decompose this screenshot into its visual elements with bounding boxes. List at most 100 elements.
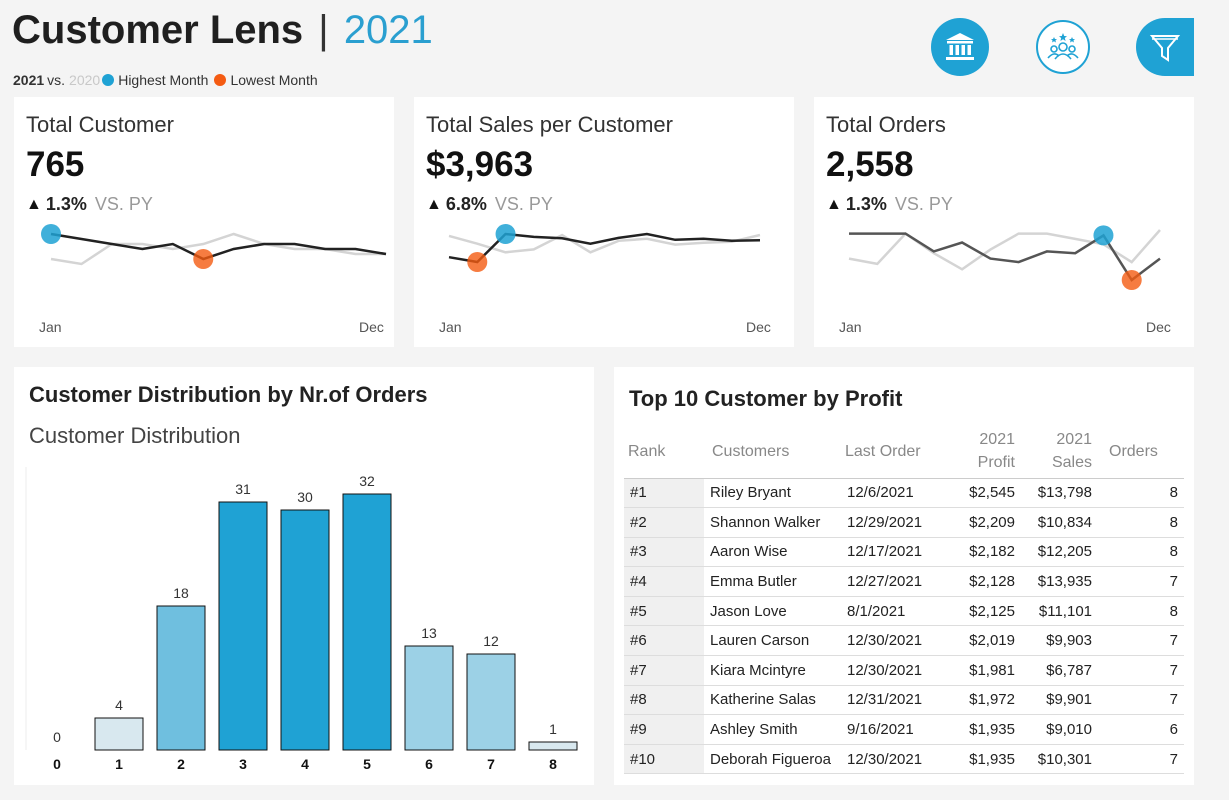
profit-cell: $2,125 bbox=[947, 596, 1023, 627]
header-sales-label: Sales bbox=[1051, 454, 1092, 472]
lowest-month-marker[interactable] bbox=[193, 249, 214, 269]
lowest-dot-icon bbox=[214, 74, 227, 86]
rank-cell: #9 bbox=[624, 714, 704, 745]
table-row[interactable]: #10 Deborah Figueroa 12/30/2021 $1,935 $10,3… bbox=[624, 744, 1184, 775]
table-row[interactable]: #9 Ashley Smith 9/16/2021 $1,935 $9,010 6 bbox=[624, 714, 1184, 745]
customer-name-cell: Jason Love bbox=[704, 596, 837, 627]
rank-cell: #1 bbox=[624, 478, 704, 509]
distribution-bar-chart: 004118231330432513612718 bbox=[25, 467, 578, 772]
bar-value-label: 32 bbox=[359, 473, 375, 489]
header-sales[interactable]: 2021 Sales bbox=[1023, 425, 1103, 479]
header-profit[interactable]: 2021 Profit bbox=[947, 425, 1023, 479]
bank-button[interactable] bbox=[931, 18, 989, 76]
kpi-card-sales-per-customer[interactable]: Total Sales per Customer $3,963 ▲ 6.8% V… bbox=[414, 97, 794, 347]
category-tick-label: 8 bbox=[549, 756, 557, 772]
kpi-title: Total Sales per Customer bbox=[426, 112, 673, 137]
kpi-sparkline bbox=[848, 225, 1161, 290]
sales-cell: $9,010 bbox=[1023, 714, 1103, 745]
bar[interactable] bbox=[528, 741, 578, 751]
rank-cell: #8 bbox=[624, 685, 704, 716]
category-tick-label: 7 bbox=[487, 756, 495, 772]
up-triangle-icon: ▲ bbox=[26, 195, 42, 213]
table-row[interactable]: #6 Lauren Carson 12/30/2021 $2,019 $9,903 7 bbox=[624, 625, 1184, 657]
kpi-change: ▲ 1.3% VS. PY bbox=[826, 194, 953, 215]
lowest-month-marker[interactable] bbox=[467, 252, 488, 272]
last-order-cell: 12/30/2021 bbox=[837, 655, 947, 686]
sales-cell: $10,301 bbox=[1023, 744, 1103, 775]
table-row[interactable]: #2 Shannon Walker 12/29/2021 $2,209 $10,834 8 bbox=[624, 507, 1184, 538]
highest-month-marker[interactable] bbox=[41, 224, 61, 244]
header-rank[interactable]: Rank bbox=[624, 425, 704, 479]
table-row[interactable]: #5 Jason Love 8/1/2021 $2,125 $11,101 8 bbox=[624, 596, 1184, 627]
profit-cell: $2,545 bbox=[947, 478, 1023, 509]
kpi-card-total-orders[interactable]: Total Orders 2,558 ▲ 1.3% VS. PY Jan Dec bbox=[814, 97, 1194, 347]
kpi-vs-label: VS. PY bbox=[494, 194, 553, 214]
rank-cell: #4 bbox=[624, 566, 704, 597]
header-orders[interactable]: Orders bbox=[1103, 425, 1184, 479]
axis-start-label: Jan bbox=[439, 319, 462, 335]
table-row[interactable]: #8 Katherine Salas 12/31/2021 $1,972 $9,901 7 bbox=[624, 685, 1184, 716]
sales-cell: $9,901 bbox=[1023, 685, 1103, 716]
bar[interactable] bbox=[342, 493, 392, 751]
table-row[interactable]: #4 Emma Butler 12/27/2021 $2,128 $13,935 7 bbox=[624, 566, 1184, 597]
axis-end-label: Dec bbox=[746, 319, 771, 335]
color-legend: 2021 vs. 2020 Highest Month Lowest Month bbox=[13, 72, 318, 88]
kpi-change-percent: 6.8% bbox=[445, 194, 487, 214]
orders-cell: 7 bbox=[1103, 685, 1184, 716]
header-profit-year: 2021 bbox=[979, 431, 1015, 449]
bank-icon bbox=[946, 33, 974, 60]
header-customers[interactable]: Customers bbox=[704, 425, 837, 479]
bar[interactable] bbox=[466, 653, 516, 751]
table-row[interactable]: #3 Aaron Wise 12/17/2021 $2,182 $12,205 8 bbox=[624, 537, 1184, 568]
last-order-cell: 12/27/2021 bbox=[837, 566, 947, 597]
profit-cell: $1,935 bbox=[947, 744, 1023, 775]
up-triangle-icon: ▲ bbox=[426, 195, 442, 213]
customers-icon bbox=[1047, 33, 1079, 60]
table-row[interactable]: #1 Riley Bryant 12/6/2021 $2,545 $13,798 8 bbox=[624, 478, 1184, 509]
legend-current-year: 2021 bbox=[13, 72, 45, 88]
bar[interactable] bbox=[94, 717, 144, 751]
customer-name-cell: Katherine Salas bbox=[704, 685, 837, 716]
last-order-cell: 12/6/2021 bbox=[837, 478, 947, 509]
category-tick-label: 4 bbox=[301, 756, 309, 772]
customer-name-cell: Riley Bryant bbox=[704, 478, 837, 509]
orders-cell: 7 bbox=[1103, 744, 1184, 775]
kpi-change: ▲ 1.3% VS. PY bbox=[26, 194, 153, 215]
orders-cell: 8 bbox=[1103, 507, 1184, 538]
sales-cell: $6,787 bbox=[1023, 655, 1103, 686]
kpi-change-percent: 1.3% bbox=[45, 194, 87, 214]
customer-name-cell: Kiara Mcintyre bbox=[704, 655, 837, 686]
legend-highest: Highest Month bbox=[118, 72, 209, 88]
rank-cell: #2 bbox=[624, 507, 704, 538]
bar[interactable] bbox=[404, 645, 454, 751]
lowest-month-marker[interactable] bbox=[1121, 270, 1142, 290]
orders-cell: 8 bbox=[1103, 478, 1184, 509]
kpi-value: $3,963 bbox=[426, 145, 534, 184]
top10-card: Top 10 Customer by Profit Rank Customers… bbox=[614, 367, 1194, 785]
profit-cell: $1,935 bbox=[947, 714, 1023, 745]
last-order-cell: 12/17/2021 bbox=[837, 537, 947, 568]
kpi-sparkline bbox=[41, 224, 387, 269]
highest-month-marker[interactable] bbox=[1093, 225, 1114, 246]
orders-cell: 8 bbox=[1103, 537, 1184, 568]
bar[interactable] bbox=[218, 501, 268, 751]
last-order-cell: 12/30/2021 bbox=[837, 744, 947, 775]
filter-button[interactable] bbox=[1136, 18, 1194, 76]
header-last-order[interactable]: Last Order bbox=[837, 425, 947, 479]
axis-start-label: Jan bbox=[839, 319, 862, 335]
customer-name-cell: Ashley Smith bbox=[704, 714, 837, 745]
customers-button[interactable] bbox=[1036, 20, 1090, 74]
highest-month-marker[interactable] bbox=[495, 224, 516, 244]
bar-value-label: 0 bbox=[53, 729, 61, 745]
up-triangle-icon: ▲ bbox=[826, 195, 842, 213]
bar-value-label: 12 bbox=[483, 633, 499, 649]
page-title: Customer Lens | 2021 bbox=[12, 8, 433, 53]
table-row[interactable]: #7 Kiara Mcintyre 12/30/2021 $1,981 $6,787 7 bbox=[624, 655, 1184, 686]
filter-icon bbox=[1149, 35, 1181, 62]
bar[interactable] bbox=[156, 605, 206, 751]
kpi-change: ▲ 6.8% VS. PY bbox=[426, 194, 553, 215]
bar[interactable] bbox=[280, 509, 330, 751]
kpi-card-total-customer[interactable]: Total Customer 765 ▲ 1.3% VS. PY Jan Dec bbox=[14, 97, 394, 347]
profit-cell: $1,981 bbox=[947, 655, 1023, 686]
header-profit-label: Profit bbox=[977, 454, 1015, 472]
